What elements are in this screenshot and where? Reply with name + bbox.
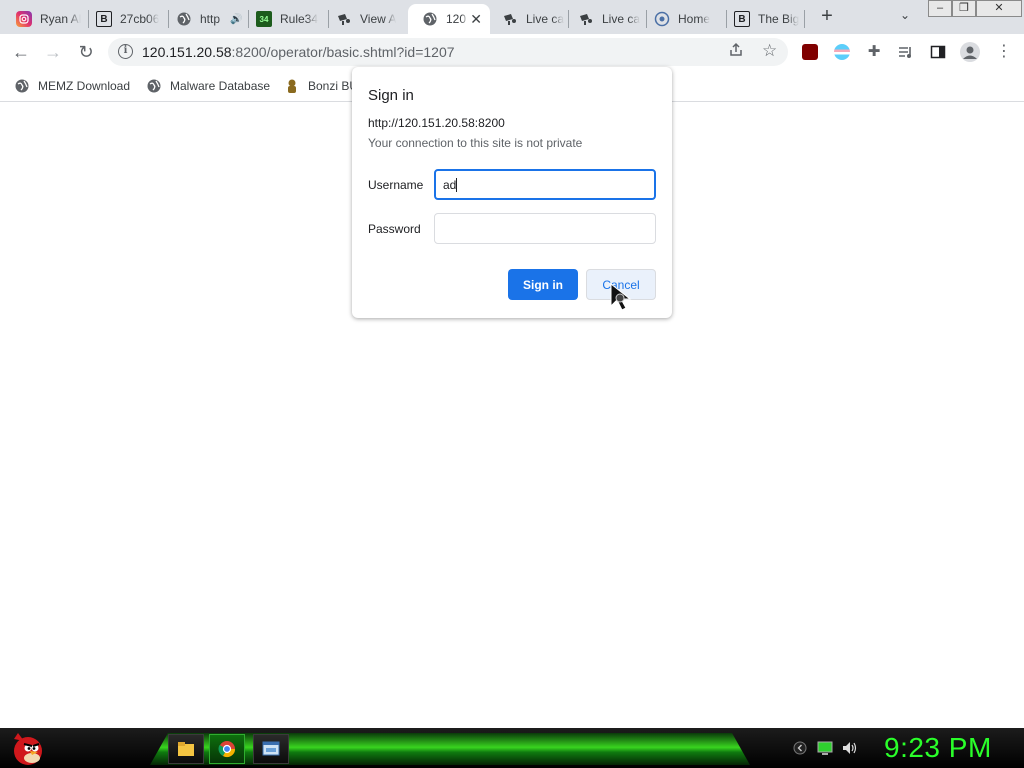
- camera-icon: [336, 11, 352, 27]
- tab-6-active[interactable]: 120 ✕: [408, 4, 490, 34]
- taskbar-explorer-button[interactable]: [168, 734, 204, 764]
- tab-2[interactable]: B 27cb06: [82, 4, 168, 34]
- star-icon[interactable]: ☆: [762, 41, 777, 61]
- tab-separator: [804, 10, 805, 28]
- taskbar-chrome-button[interactable]: [209, 734, 245, 764]
- globe-icon: [146, 78, 162, 94]
- camera-icon: [502, 11, 518, 27]
- username-field[interactable]: [434, 169, 656, 200]
- tab-title: The Big: [758, 12, 800, 26]
- password-label: Password: [368, 222, 421, 236]
- restore-button[interactable]: ❐: [952, 0, 976, 17]
- tab-3[interactable]: http 🔊: [162, 4, 248, 34]
- url-host: 120.151.20.58: [142, 44, 232, 60]
- side-panel-icon[interactable]: [930, 44, 946, 60]
- url-text[interactable]: 120.151.20.58:8200/operator/basic.shtml?…: [142, 44, 455, 60]
- b-logo-icon: B: [96, 11, 112, 27]
- chevron-down-icon[interactable]: ⌄: [896, 8, 914, 26]
- media-icon[interactable]: [898, 44, 914, 60]
- info-icon[interactable]: i: [118, 44, 133, 59]
- globe-icon: [14, 78, 30, 94]
- tab-7[interactable]: Live ca: [488, 4, 570, 34]
- camera-icon: [578, 11, 594, 27]
- kebab-menu-icon[interactable]: ⋮: [996, 44, 1012, 60]
- tab-strip: Ryan Al B 27cb06 http 🔊 34 Rule34 View A…: [0, 0, 1024, 34]
- tab-title: Live ca: [602, 12, 641, 26]
- bookmark-label: Bonzi BU: [308, 79, 359, 93]
- instagram-icon: [16, 11, 32, 27]
- ublock-icon[interactable]: [802, 44, 818, 60]
- tab-title: View A: [360, 12, 397, 26]
- text-caret: [456, 178, 457, 192]
- toolbar: ← → ↻ i 120.151.20.58:8200/operator/basi…: [0, 34, 1024, 70]
- tab-1[interactable]: Ryan Al: [2, 4, 88, 34]
- tab-title: 120: [446, 12, 467, 26]
- taskbar-window-button[interactable]: [253, 734, 289, 764]
- close-window-button[interactable]: ✕: [976, 0, 1022, 17]
- close-icon[interactable]: ✕: [470, 11, 482, 28]
- globe-icon: [176, 11, 192, 27]
- b-logo-icon: B: [734, 11, 750, 27]
- share-icon[interactable]: [728, 42, 744, 62]
- tab-10[interactable]: B The Big: [720, 4, 804, 34]
- bonzi-icon: [284, 78, 300, 94]
- tab-title: Live ca: [526, 12, 565, 26]
- tab-9[interactable]: Home: [640, 4, 726, 34]
- back-arrow-icon[interactable]: ←: [9, 41, 33, 63]
- tab-title: Home: [678, 12, 711, 26]
- bookmark-bonzi[interactable]: Bonzi BU: [284, 76, 358, 96]
- new-tab-plus-icon[interactable]: +: [816, 6, 838, 28]
- r34-icon: 34: [256, 11, 272, 27]
- puzzle-icon[interactable]: ✚: [866, 44, 882, 60]
- window-icon: [262, 741, 280, 756]
- volume-icon[interactable]: [841, 740, 857, 756]
- mouse-cursor-icon: [610, 282, 632, 311]
- sign-in-button[interactable]: Sign in: [508, 269, 578, 300]
- bookmark-memz[interactable]: MEMZ Download: [14, 76, 130, 96]
- globe-icon: [654, 11, 670, 27]
- address-bar[interactable]: i 120.151.20.58:8200/operator/basic.shtm…: [108, 38, 788, 66]
- url-path: :8200/operator/basic.shtml?id=1207: [231, 44, 455, 60]
- minimize-button[interactable]: –: [928, 0, 952, 17]
- globe-icon: [422, 11, 438, 27]
- angry-bird-start-icon[interactable]: [8, 729, 46, 767]
- tab-4[interactable]: 34 Rule34: [242, 4, 328, 34]
- dialog-warning: Your connection to this site is not priv…: [368, 136, 583, 150]
- sign-in-dialog: Sign in http://120.151.20.58:8200 Your c…: [352, 67, 672, 318]
- tab-5[interactable]: View A: [322, 4, 408, 34]
- network-icon[interactable]: [817, 740, 833, 756]
- profile-avatar-icon[interactable]: [960, 42, 980, 62]
- tab-title: Rule34: [280, 12, 319, 26]
- bookmark-label: Malware Database: [170, 79, 271, 93]
- bookmark-malware-database[interactable]: Malware Database: [146, 76, 270, 96]
- tab-8[interactable]: Live ca: [564, 4, 646, 34]
- taskbar-clock[interactable]: 9:23 PM: [884, 732, 992, 764]
- bookmark-label: MEMZ Download: [38, 79, 131, 93]
- tab-title: http: [200, 12, 221, 26]
- reload-icon[interactable]: ↻: [74, 41, 98, 63]
- username-label: Username: [368, 178, 424, 192]
- dialog-title: Sign in: [368, 87, 414, 104]
- password-field[interactable]: [434, 213, 656, 244]
- folder-icon: [178, 742, 194, 756]
- tab-title: Ryan Al: [40, 12, 82, 26]
- speaker-icon[interactable]: 🔊: [230, 14, 242, 25]
- flag-extension-icon[interactable]: [834, 44, 850, 60]
- chrome-icon: [218, 741, 236, 758]
- tray-chevron-icon[interactable]: [792, 740, 808, 756]
- tab-title: 27cb06: [120, 12, 160, 26]
- dialog-origin: http://120.151.20.58:8200: [368, 116, 505, 130]
- forward-arrow-icon[interactable]: →: [41, 41, 65, 63]
